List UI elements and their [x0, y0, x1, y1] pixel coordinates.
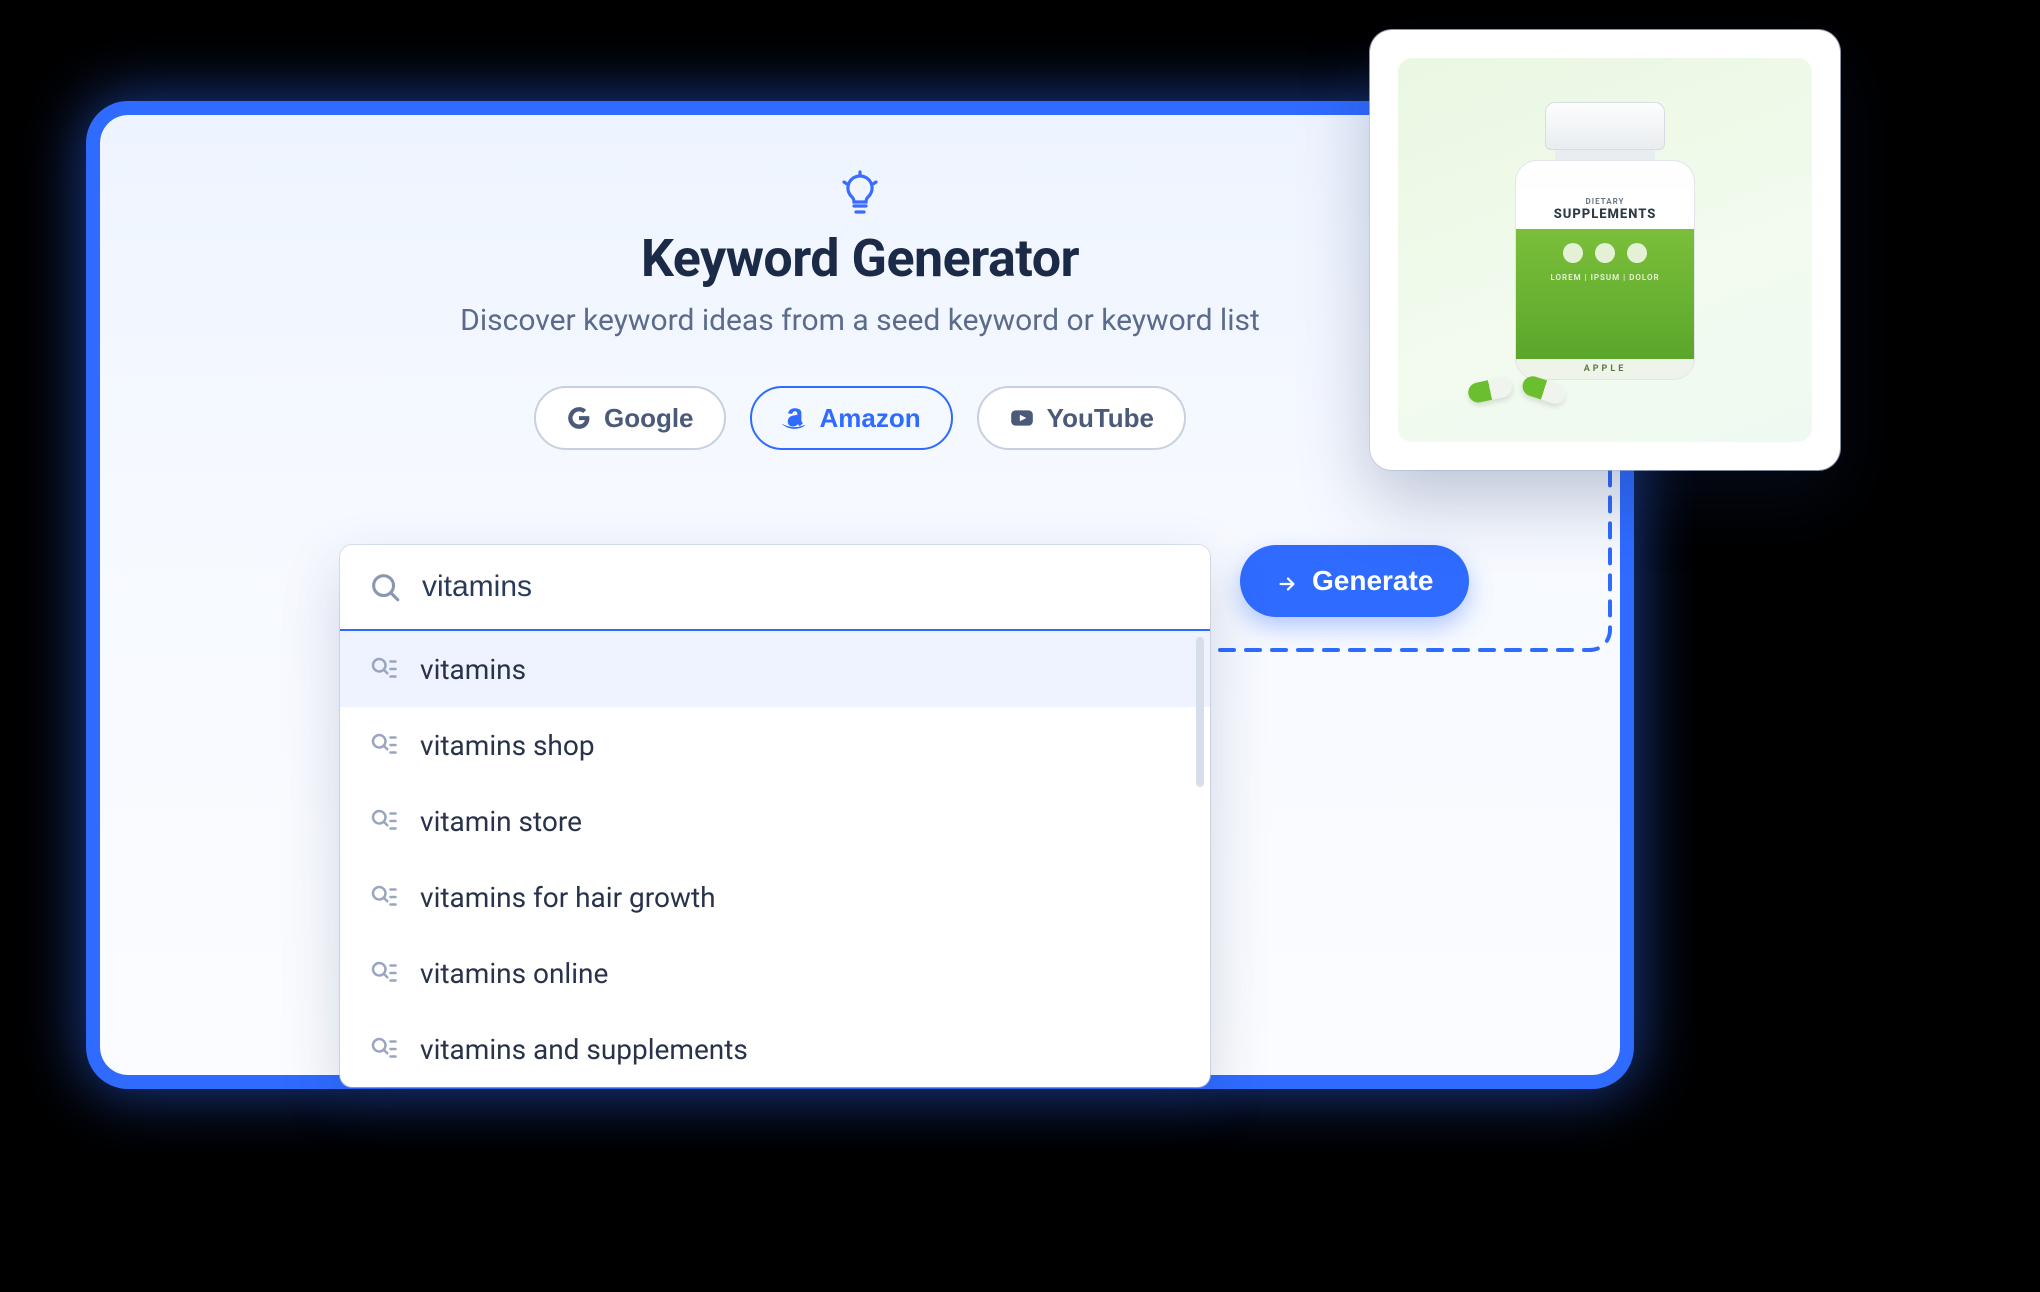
product-flavor: APPLE: [1516, 359, 1694, 379]
suggestion-icon: [368, 882, 398, 912]
suggestion-item[interactable]: vitamin store: [340, 783, 1210, 859]
suggestion-list: vitamins vitamins shop vitamin store vit…: [340, 631, 1210, 1087]
search-autocomplete: vitamins vitamins shop vitamin store vit…: [340, 545, 1210, 1087]
suggestion-icon: [368, 806, 398, 836]
suggestion-icon: [368, 958, 398, 988]
google-icon: [566, 405, 592, 431]
suggestion-item[interactable]: vitamins and supplements: [340, 1011, 1210, 1087]
source-chip-google[interactable]: Google: [534, 386, 726, 450]
suggestion-text: vitamins for hair growth: [420, 881, 716, 914]
youtube-icon: [1009, 405, 1035, 431]
suggestion-item[interactable]: vitamins: [340, 631, 1210, 707]
suggestion-icon: [368, 1034, 398, 1064]
product-subline: LOREM | IPSUM | DOLOR: [1516, 273, 1694, 282]
suggestion-text: vitamins and supplements: [420, 1033, 748, 1066]
search-input[interactable]: [422, 570, 1182, 604]
pills-illustration: [1468, 380, 1566, 400]
suggestion-text: vitamins shop: [420, 729, 595, 762]
source-chip-label: Amazon: [820, 403, 921, 434]
arrow-right-icon: [1276, 570, 1298, 592]
source-chip-youtube[interactable]: YouTube: [977, 386, 1186, 450]
product-preview-card: DIETARY SUPPLEMENTS LOREM | IPSUM | DOLO…: [1370, 30, 1840, 470]
suggestion-text: vitamins: [420, 653, 526, 686]
suggestion-text: vitamin store: [420, 805, 582, 838]
source-chip-amazon[interactable]: Amazon: [750, 386, 953, 450]
amazon-icon: [782, 405, 808, 431]
search-icon: [368, 570, 402, 604]
supplement-bottle-illustration: DIETARY SUPPLEMENTS LOREM | IPSUM | DOLO…: [1515, 102, 1695, 382]
product-image: DIETARY SUPPLEMENTS LOREM | IPSUM | DOLO…: [1398, 58, 1812, 442]
suggestion-icon: [368, 730, 398, 760]
source-chip-label: YouTube: [1047, 403, 1154, 434]
suggestion-text: vitamins online: [420, 957, 608, 990]
lightbulb-icon: [836, 170, 884, 218]
search-input-row[interactable]: [340, 545, 1210, 631]
suggestion-item[interactable]: vitamins online: [340, 935, 1210, 1011]
product-label-line1: DIETARY: [1586, 197, 1625, 206]
suggestion-icon: [368, 654, 398, 684]
generate-button-label: Generate: [1312, 565, 1433, 597]
product-label-line2: SUPPLEMENTS: [1554, 207, 1657, 222]
suggestion-item[interactable]: vitamins shop: [340, 707, 1210, 783]
suggestion-item[interactable]: vitamins for hair growth: [340, 859, 1210, 935]
scrollbar-indicator[interactable]: [1196, 637, 1204, 787]
source-chip-label: Google: [604, 403, 694, 434]
generate-button[interactable]: Generate: [1240, 545, 1469, 617]
